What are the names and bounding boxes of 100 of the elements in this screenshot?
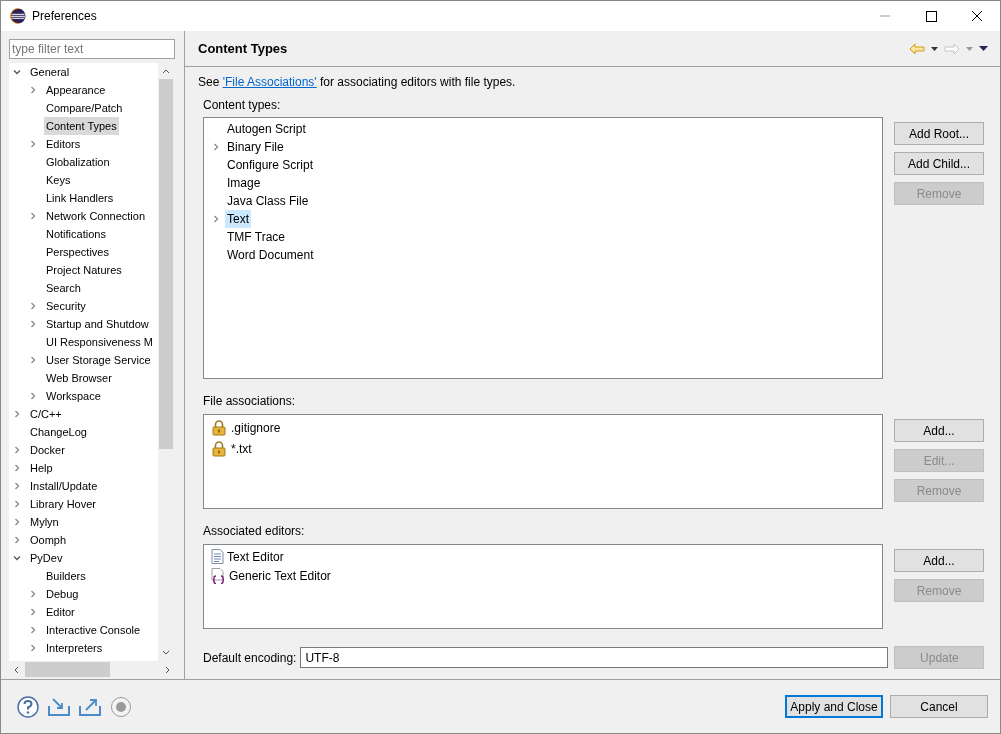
braces-document-icon [211, 567, 226, 584]
chevron-right-icon[interactable] [29, 644, 37, 652]
scrollbar-thumb[interactable] [159, 79, 174, 449]
chevron-right-icon[interactable] [13, 482, 21, 490]
filter-field[interactable]: type filter text [9, 39, 175, 59]
chevron-right-icon[interactable] [13, 446, 21, 454]
dialog-button[interactable]: Cancel [890, 695, 988, 718]
tree-item[interactable]: Editor [44, 603, 77, 621]
chevron-right-icon[interactable] [29, 608, 37, 616]
back-arrow-icon[interactable] [909, 42, 925, 55]
chevron-right-icon[interactable] [13, 500, 21, 508]
tree-item[interactable]: Java Class File [225, 192, 311, 210]
associated-editors-list[interactable]: Text Editor Generic Text Editor [203, 544, 883, 629]
dialog-button[interactable]: Add Root... [894, 122, 984, 145]
chevron-right-icon[interactable] [29, 86, 37, 94]
file-associations-list[interactable]: .gitignore *.txt [203, 414, 883, 509]
tree-item[interactable]: Editors [44, 135, 83, 153]
chevron-right-icon[interactable] [29, 212, 37, 220]
encoding-label: Default encoding: [203, 649, 297, 667]
tree-item[interactable]: Oomph [28, 531, 69, 549]
tree-item[interactable]: Web Browser [44, 369, 114, 387]
section-label: Associated editors: [203, 523, 306, 539]
list-item[interactable]: Text Editor [227, 547, 284, 566]
window-title: Preferences [32, 8, 97, 25]
chevron-right-icon[interactable] [13, 410, 21, 418]
chevron-right-icon[interactable] [13, 518, 21, 526]
tree-item[interactable]: Interpreters [44, 639, 105, 657]
chevron-down-icon[interactable] [13, 68, 21, 76]
tree-item[interactable]: Keys [44, 171, 73, 189]
tree-item[interactable]: ChangeLog [28, 423, 89, 441]
dropdown-icon[interactable] [931, 46, 938, 51]
chevron-right-icon[interactable] [29, 302, 37, 310]
list-item[interactable]: *.txt [231, 439, 252, 458]
section-label: Content types: [203, 97, 282, 113]
tree-item[interactable]: Mylyn [28, 513, 61, 531]
chevron-right-icon[interactable] [29, 320, 37, 328]
tree-item[interactable]: Debug [44, 585, 81, 603]
dialog-button[interactable]: Add... [894, 419, 984, 442]
tree-item[interactable]: Word Document [225, 246, 316, 264]
tree-item[interactable]: Globalization [44, 153, 112, 171]
description-text: See 'File Associations' for associating editors with file types. [198, 74, 517, 91]
tree-item[interactable]: Compare/Patch [44, 99, 125, 117]
tree-item[interactable]: Link Handlers [44, 189, 116, 207]
chevron-right-icon[interactable] [13, 536, 21, 544]
list-item[interactable]: Generic Text Editor [229, 566, 331, 585]
tree-item[interactable]: Library Hover [28, 495, 99, 513]
dialog-button[interactable]: Apply and Close [785, 695, 883, 718]
tree-item[interactable]: TMF Trace [225, 228, 287, 246]
tree-item[interactable]: General [28, 63, 72, 81]
chevron-right-icon[interactable] [212, 143, 220, 151]
tree-item[interactable]: Appearance [44, 81, 108, 99]
tree-item[interactable]: Help [28, 459, 55, 477]
dialog-button[interactable]: Add... [894, 549, 984, 572]
chevron-right-icon[interactable] [29, 392, 37, 400]
tree-item[interactable]: C/C++ [28, 405, 64, 423]
tree-item[interactable]: Image [225, 174, 263, 192]
section-label: File associations: [203, 393, 297, 409]
help-icon[interactable] [17, 695, 39, 718]
app-logo-icon [10, 8, 26, 24]
tree-item[interactable]: Project Natures [44, 261, 124, 279]
tree-item[interactable]: UI Responsiveness M [44, 333, 155, 351]
tree-item[interactable]: Network Connection [44, 207, 148, 225]
lock-icon [212, 440, 226, 457]
tree-item[interactable]: Content Types [44, 117, 119, 135]
chevron-right-icon[interactable] [29, 140, 37, 148]
tree-item[interactable]: Builders [44, 567, 88, 585]
tree-item[interactable]: Docker [28, 441, 67, 459]
tree-item[interactable]: Autogen Script [225, 120, 308, 138]
scrollbar-thumb[interactable] [25, 662, 110, 677]
tree-item[interactable]: Interactive Console [44, 621, 143, 639]
tree-item[interactable]: Perspectives [44, 243, 111, 261]
export-icon[interactable] [79, 696, 101, 717]
tree-item[interactable]: User Storage Service [44, 351, 153, 369]
chevron-right-icon[interactable] [13, 464, 21, 472]
chevron-down-icon[interactable] [13, 554, 21, 562]
lock-icon [212, 419, 226, 436]
tree-item[interactable]: Security [44, 297, 88, 315]
list-item[interactable]: .gitignore [231, 418, 281, 437]
encoding-field[interactable]: UTF-8 [300, 647, 889, 668]
tree-item[interactable]: Binary File [225, 138, 286, 156]
dialog-button[interactable]: Add Child... [894, 152, 984, 175]
chevron-right-icon[interactable] [29, 356, 37, 364]
forward-arrow-icon[interactable] [944, 42, 960, 55]
record-icon[interactable] [110, 695, 132, 718]
chevron-right-icon[interactable] [29, 590, 37, 598]
tree-item[interactable]: Notifications [44, 225, 108, 243]
tree-item[interactable]: Configure Script [225, 156, 316, 174]
page-title: Content Types [198, 39, 288, 58]
tree-item[interactable]: Search [44, 279, 83, 297]
view-menu-icon[interactable] [979, 46, 988, 51]
content-types-tree[interactable]: Autogen Script Binary File Configure Script Image Java Class File Text TMF Trace Word Document [203, 117, 883, 379]
tree-item[interactable]: PyDev [28, 549, 65, 567]
tree-item[interactable]: Startup and Shutdow [44, 315, 151, 333]
chevron-right-icon[interactable] [29, 626, 37, 634]
import-icon[interactable] [48, 696, 70, 717]
tree-item[interactable]: Text [225, 210, 251, 228]
tree-item[interactable]: Workspace [44, 387, 103, 405]
file-associations-link[interactable]: 'File Associations' [222, 75, 317, 89]
chevron-right-icon[interactable] [212, 215, 220, 223]
tree-item[interactable]: Install/Update [28, 477, 100, 495]
